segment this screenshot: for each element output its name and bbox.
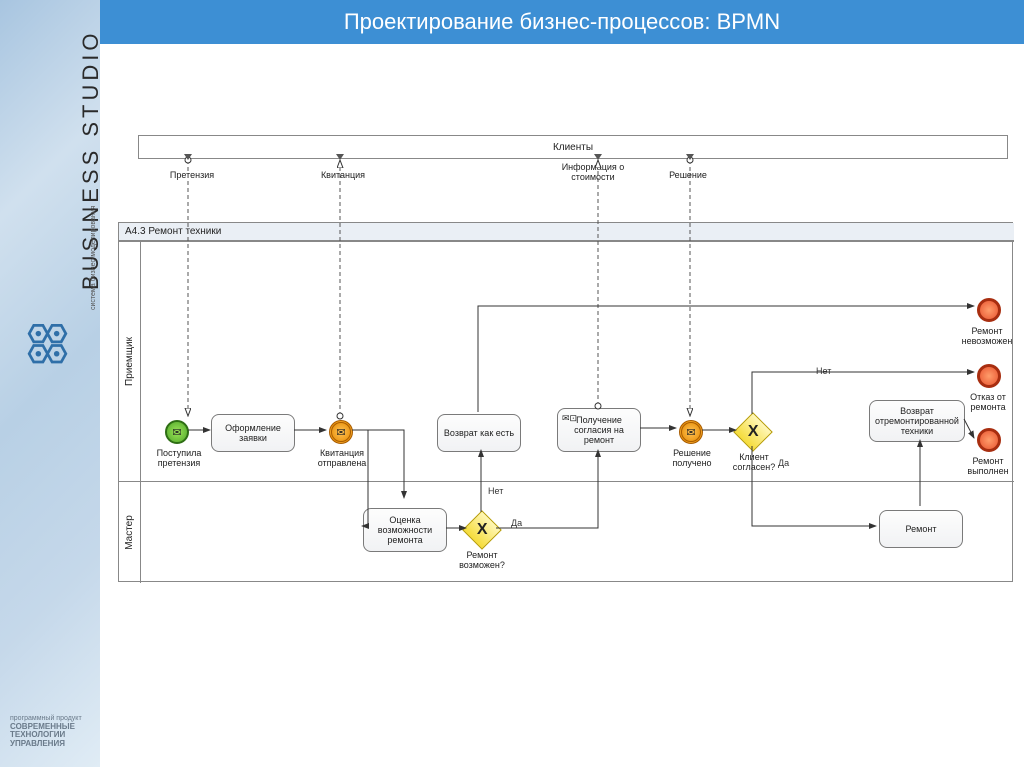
brand-tagline: система бизнес-моделирования bbox=[90, 206, 97, 310]
start-event-label: Поступила претензия bbox=[147, 448, 211, 468]
gateway-client-agrees: X bbox=[733, 412, 773, 452]
msg-label-receipt: Квитанция bbox=[303, 170, 383, 180]
end-event-impossible-label: Ремонт невозможен bbox=[957, 326, 1017, 346]
edge-label-no-1: Нет bbox=[488, 486, 503, 496]
event-receipt-sent-label: Квитанция отправлена bbox=[309, 448, 375, 468]
pool-title: A4.3 Ремонт техники bbox=[119, 223, 1014, 241]
msg-label-decision: Решение bbox=[648, 170, 728, 180]
edge-label-no-2: Нет bbox=[816, 366, 831, 376]
end-event-impossible bbox=[977, 298, 1001, 322]
end-event-done-label: Ремонт выполнен bbox=[959, 456, 1017, 476]
lane-label-receiver: Приемщик bbox=[119, 242, 141, 481]
event-decision-received: ✉ bbox=[679, 420, 703, 444]
gateway-client-agrees-label: Клиент согласен? bbox=[725, 452, 783, 472]
end-event-done bbox=[977, 428, 1001, 452]
lane-receiver: Приемщик ✉ Поступила претензия Оформлени… bbox=[119, 241, 1014, 481]
task-return-fixed: Возврат отремонтированной техники bbox=[869, 400, 965, 442]
lane-master: Мастер Оценка возможности ремонта X Ремо… bbox=[119, 481, 1014, 583]
slide-title: Проектирование бизнес-процессов: BPMN bbox=[100, 0, 1024, 44]
event-decision-received-label: Решение получено bbox=[661, 448, 723, 468]
msg-label-costinfo: Информация о стоимости bbox=[550, 162, 636, 182]
brand-hex-icon bbox=[20, 318, 75, 373]
task-repair: Ремонт bbox=[879, 510, 963, 548]
pool-repair: A4.3 Ремонт техники Приемщик ✉ Поступила… bbox=[118, 222, 1013, 582]
msg-label-claim: Претензия bbox=[152, 170, 232, 180]
lane-label-master: Мастер bbox=[119, 482, 141, 583]
edge-label-yes-1: Да bbox=[511, 518, 522, 528]
end-event-refusal-label: Отказ от ремонта bbox=[959, 392, 1017, 412]
event-receipt-sent: ✉ bbox=[329, 420, 353, 444]
task-assess: Оценка возможности ремонта bbox=[363, 508, 447, 552]
bpmn-diagram: Клиенты Претензия Квитанция Информация о… bbox=[108, 50, 1016, 759]
brand-footer: программный продукт СОВРЕМЕННЫЕ ТЕХНОЛОГ… bbox=[10, 715, 82, 749]
task-marker-icon: ✉⊡ bbox=[562, 413, 577, 424]
start-event-claim: ✉ bbox=[165, 420, 189, 444]
edge-label-yes-2: Да bbox=[778, 458, 789, 468]
end-event-refusal bbox=[977, 364, 1001, 388]
external-pool-clients: Клиенты bbox=[138, 135, 1008, 159]
task-return-asis: Возврат как есть bbox=[437, 414, 521, 452]
gateway-repair-possible-label: Ремонт возможен? bbox=[451, 550, 513, 570]
branding-sidebar: BUSINESS STUDIO система бизнес-моделиров… bbox=[0, 0, 100, 767]
task-register: Оформление заявки bbox=[211, 414, 295, 452]
gateway-repair-possible: X bbox=[462, 510, 502, 550]
task-consent: ✉⊡ Получение согласия на ремонт bbox=[557, 408, 641, 452]
